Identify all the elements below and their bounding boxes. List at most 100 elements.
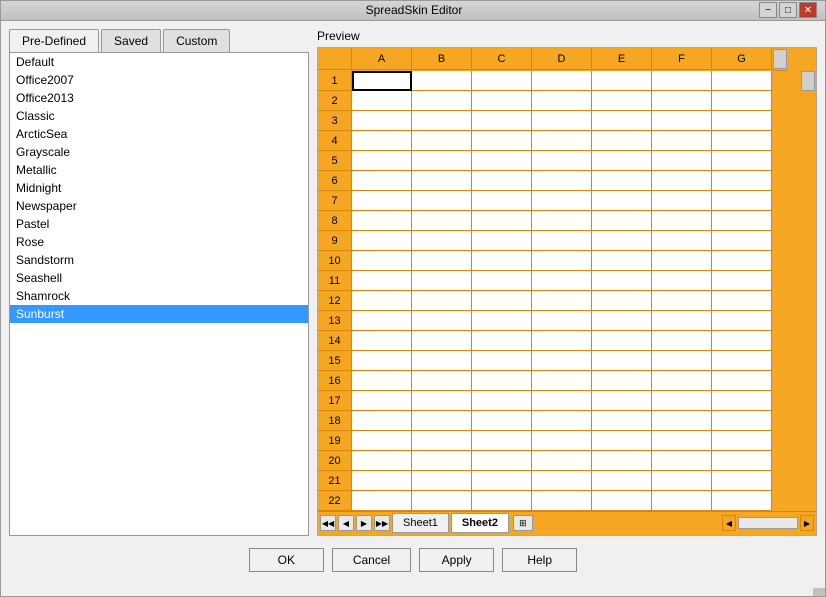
grid-cell[interactable] [412,131,472,151]
grid-cell[interactable] [532,111,592,131]
grid-cell[interactable] [712,171,772,191]
grid-cell[interactable] [352,71,412,91]
grid-cell[interactable] [532,131,592,151]
list-item[interactable]: Shamrock [10,287,308,305]
grid-cell[interactable] [712,471,772,491]
grid-cell[interactable] [712,151,772,171]
vertical-scrollbar[interactable] [800,71,816,511]
grid-cell[interactable] [472,431,532,451]
grid-cell[interactable] [592,131,652,151]
grid-cell[interactable] [652,391,712,411]
grid-cell[interactable] [472,211,532,231]
grid-cell[interactable] [712,211,772,231]
grid-cell[interactable] [712,451,772,471]
grid-cell[interactable] [472,391,532,411]
grid-cell[interactable] [412,91,472,111]
grid-cell[interactable] [352,171,412,191]
grid-cell[interactable] [352,351,412,371]
grid-cell[interactable] [712,371,772,391]
grid-cell[interactable] [652,71,712,91]
grid-cell[interactable] [592,71,652,91]
minimize-button[interactable]: − [759,2,777,18]
grid-cell[interactable] [712,391,772,411]
grid-cell[interactable] [592,391,652,411]
grid-cell[interactable] [592,371,652,391]
grid-cell[interactable] [712,231,772,251]
grid-cell[interactable] [352,151,412,171]
grid-cell[interactable] [592,451,652,471]
list-item[interactable]: Newspaper [10,197,308,215]
grid-cell[interactable] [712,91,772,111]
list-item[interactable]: Default [10,53,308,71]
grid-cell[interactable] [352,411,412,431]
grid-cell[interactable] [352,451,412,471]
grid-cell[interactable] [532,411,592,431]
grid-cell[interactable] [532,171,592,191]
grid-cell[interactable] [532,251,592,271]
cancel-button[interactable]: Cancel [332,548,411,572]
grid-cell[interactable] [352,431,412,451]
grid-cell[interactable] [592,111,652,131]
grid-cell[interactable] [532,471,592,491]
grid-cell[interactable] [472,451,532,471]
grid-cell[interactable] [352,211,412,231]
resize-corner[interactable] [813,588,825,596]
grid-cell[interactable] [472,351,532,371]
grid-cell[interactable] [712,111,772,131]
grid-cell[interactable] [352,331,412,351]
grid-cell[interactable] [412,171,472,191]
grid-cell[interactable] [352,131,412,151]
grid-cell[interactable] [472,491,532,511]
grid-cell[interactable] [652,351,712,371]
grid-cell[interactable] [652,431,712,451]
grid-cell[interactable] [412,431,472,451]
grid-cell[interactable] [412,151,472,171]
grid-cell[interactable] [592,491,652,511]
grid-cell[interactable] [532,91,592,111]
grid-cell[interactable] [472,411,532,431]
grid-cell[interactable] [712,191,772,211]
grid-cell[interactable] [532,231,592,251]
help-button[interactable]: Help [502,548,577,572]
first-sheet-btn[interactable]: ◀◀ [320,515,336,531]
grid-cell[interactable] [592,351,652,371]
grid-cell[interactable] [592,171,652,191]
grid-cell[interactable] [472,251,532,271]
grid-cell[interactable] [712,71,772,91]
grid-cell[interactable] [472,291,532,311]
grid-cell[interactable] [592,411,652,431]
grid-cell[interactable] [712,251,772,271]
grid-cell[interactable] [352,91,412,111]
sheet-tab-1[interactable]: Sheet1 [392,513,449,533]
grid-cell[interactable] [352,391,412,411]
horiz-scroll-track[interactable] [738,517,798,529]
grid-cell[interactable] [712,131,772,151]
list-item[interactable]: Pastel [10,215,308,233]
grid-cell[interactable] [412,291,472,311]
list-item[interactable]: Sandstorm [10,251,308,269]
grid-cell[interactable] [352,111,412,131]
grid-cell[interactable] [712,431,772,451]
list-item[interactable]: Rose [10,233,308,251]
grid-cell[interactable] [652,171,712,191]
grid-cell[interactable] [712,351,772,371]
grid-cell[interactable] [472,91,532,111]
close-button[interactable]: ✕ [799,2,817,18]
grid-cell[interactable] [712,331,772,351]
grid-cell[interactable] [652,231,712,251]
next-sheet-btn[interactable]: ▶ [356,515,372,531]
grid-cell[interactable] [652,191,712,211]
grid-cell[interactable] [712,491,772,511]
grid-cell[interactable] [352,311,412,331]
grid-cell[interactable] [712,311,772,331]
grid-cell[interactable] [412,211,472,231]
grid-cell[interactable] [652,131,712,151]
grid-cell[interactable] [592,231,652,251]
grid-cell[interactable] [532,191,592,211]
grid-cell[interactable] [652,491,712,511]
grid-cell[interactable] [532,311,592,331]
grid-cell[interactable] [532,371,592,391]
list-item[interactable]: Seashell [10,269,308,287]
ok-button[interactable]: OK [249,548,324,572]
grid-cell[interactable] [532,271,592,291]
